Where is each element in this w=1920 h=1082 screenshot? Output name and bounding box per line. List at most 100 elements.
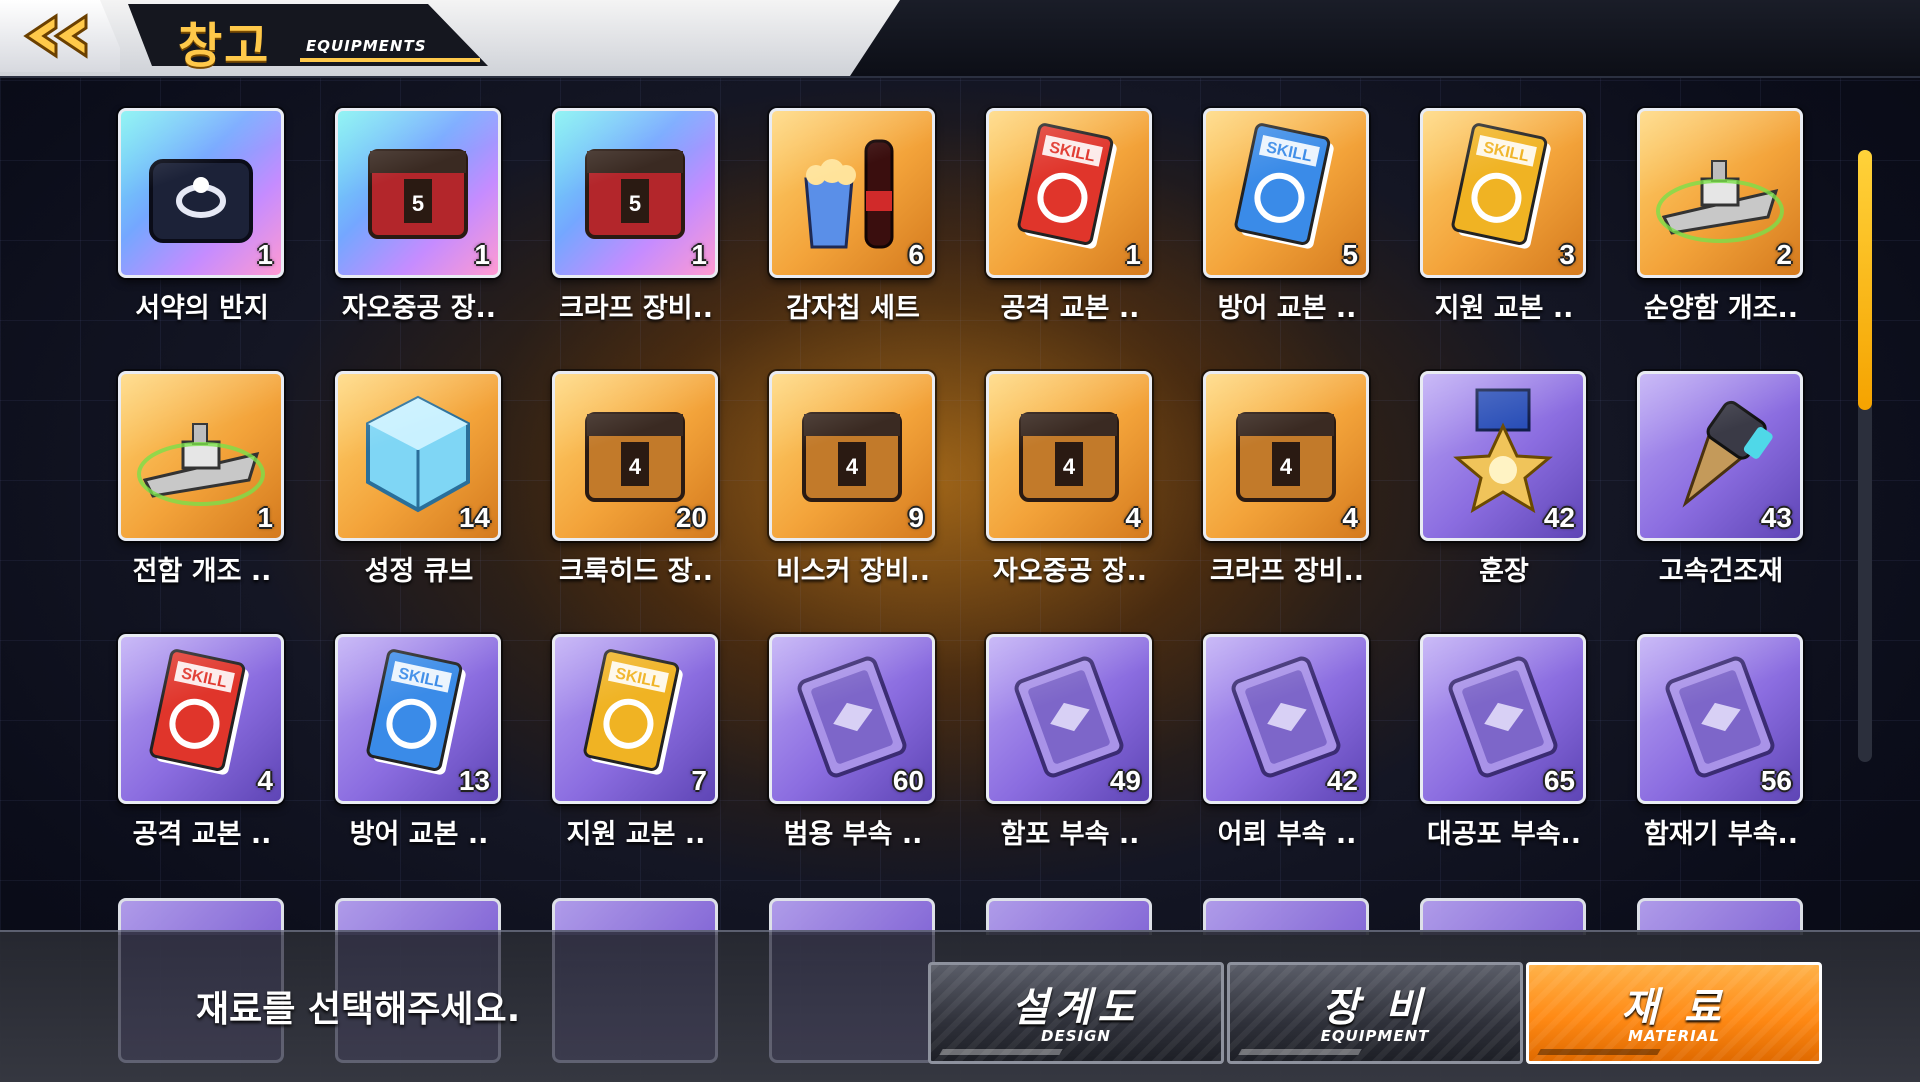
- item-tile[interactable]: 60 범용 부속 ..: [769, 634, 935, 850]
- item-tile[interactable]: 1 서약의 반지: [118, 108, 284, 324]
- item-name: 범용 부속 ..: [783, 819, 923, 850]
- item-tile[interactable]: SKILL 1 공격 교본 ..: [986, 108, 1152, 324]
- page-title: 창고: [178, 18, 271, 74]
- item-tile[interactable]: 56 함재기 부속..: [1637, 634, 1803, 850]
- double-chevron-left-icon: [23, 13, 88, 59]
- title-stripe: [300, 58, 480, 62]
- item-name: 함재기 부속..: [1643, 819, 1799, 850]
- back-button[interactable]: [0, 0, 120, 72]
- item-tile[interactable]: SKILL 4 공격 교본 ..: [118, 634, 284, 850]
- item-frame: 51: [552, 108, 718, 278]
- item-frame: 65: [1420, 634, 1586, 804]
- item-name: 고속건조재: [1658, 556, 1784, 587]
- item-name: 방어 교본 ..: [349, 819, 489, 850]
- tab-stripe: [1238, 1049, 1362, 1055]
- item-tile[interactable]: 1 전함 개조 ..: [118, 371, 284, 587]
- tech5-crate-icon: 5: [348, 121, 488, 261]
- item-count: 6: [908, 239, 924, 270]
- item-frame: 49: [986, 634, 1152, 804]
- item-frame: 14: [335, 371, 501, 541]
- item-frame: 44: [1203, 371, 1369, 541]
- item-tile[interactable]: 5 1 크라프 장비..: [552, 108, 718, 324]
- item-name: 전함 개조 ..: [132, 556, 272, 587]
- item-name: 서약의 반지: [135, 293, 269, 324]
- tab-stripe: [1537, 1049, 1661, 1055]
- item-name: 성정 큐브: [364, 556, 474, 587]
- item-tile[interactable]: SKILL 13 방어 교본 ..: [335, 634, 501, 850]
- item-frame: 1: [118, 108, 284, 278]
- item-count: 4: [1125, 502, 1141, 533]
- item-frame: 49: [769, 371, 935, 541]
- item-count: 13: [458, 765, 490, 796]
- item-frame: SKILL 4: [118, 634, 284, 804]
- item-tile[interactable]: 42 훈장: [1420, 371, 1586, 587]
- item-tile[interactable]: 4 20 크룩히드 장..: [552, 371, 718, 587]
- item-tile[interactable]: SKILL 3 지원 교본 ..: [1420, 108, 1586, 324]
- item-tile[interactable]: 6 감자칩 세트: [769, 108, 935, 324]
- svg-text:4: 4: [1280, 454, 1293, 479]
- svg-text:5: 5: [412, 191, 424, 216]
- item-name: 순양함 개조..: [1643, 293, 1799, 324]
- popcorn-cola-icon: [782, 121, 922, 261]
- item-count: 1: [1125, 239, 1141, 270]
- item-name: 크라프 장비..: [558, 293, 714, 324]
- tech4-crate-icon: 4: [782, 384, 922, 524]
- item-frame: 42: [1203, 634, 1369, 804]
- skill-book-yellow-icon: SKILL: [565, 647, 705, 787]
- item-frame: 56: [1637, 634, 1803, 804]
- item-count: 1: [257, 239, 273, 270]
- item-tile[interactable]: 43 고속건조재: [1637, 371, 1803, 587]
- tech4-crate-icon: 4: [999, 384, 1139, 524]
- item-count: 42: [1326, 765, 1358, 796]
- skill-book-yellow-icon: SKILL: [1433, 121, 1573, 261]
- item-frame: 60: [769, 634, 935, 804]
- item-count: 7: [691, 765, 707, 796]
- tech5-crate-icon: 5: [565, 121, 705, 261]
- item-name: 어뢰 부속 ..: [1217, 819, 1357, 850]
- tab-design[interactable]: 설계도 DESIGN: [928, 962, 1224, 1064]
- item-tile[interactable]: 65 대공포 부속..: [1420, 634, 1586, 850]
- ghost-tile: [552, 930, 718, 1063]
- item-frame: SKILL 13: [335, 634, 501, 804]
- item-frame: 42: [1420, 371, 1586, 541]
- item-count: 14: [458, 502, 490, 533]
- item-count: 9: [908, 502, 924, 533]
- item-tile[interactable]: 49 함포 부속 ..: [986, 634, 1152, 850]
- item-tile[interactable]: SKILL 7 지원 교본 ..: [552, 634, 718, 850]
- item-tile[interactable]: 2 순양함 개조..: [1637, 108, 1803, 324]
- item-tile[interactable]: 42 어뢰 부속 ..: [1203, 634, 1369, 850]
- skill-book-red-icon: SKILL: [131, 647, 271, 787]
- scrollbar-thumb[interactable]: [1858, 150, 1872, 410]
- tab-stripe: [939, 1049, 1063, 1055]
- item-name: 대공포 부속..: [1426, 819, 1582, 850]
- item-tile[interactable]: 4 4 자오중공 장..: [986, 371, 1152, 587]
- item-frame: SKILL 7: [552, 634, 718, 804]
- item-tile[interactable]: 5 1 자오중공 장..: [335, 108, 501, 324]
- tab-equipment-label: 장 비: [1322, 985, 1428, 1031]
- background-grid: [0, 0, 1920, 1080]
- item-tile[interactable]: SKILL 5 방어 교본 ..: [1203, 108, 1369, 324]
- tab-design-sublabel: DESIGN: [1041, 1027, 1111, 1045]
- svg-text:4: 4: [846, 454, 859, 479]
- item-count: 20: [675, 502, 707, 533]
- page-subtitle: EQUIPMENTS: [306, 37, 427, 55]
- item-name: 공격 교본 ..: [132, 819, 272, 850]
- skill-book-blue-icon: SKILL: [1216, 121, 1356, 261]
- item-count: 4: [1342, 502, 1358, 533]
- item-name: 감자칩 세트: [786, 293, 920, 324]
- item-frame: SKILL 5: [1203, 108, 1369, 278]
- item-frame: 6: [769, 108, 935, 278]
- selection-prompt: 재료를 선택해주세요.: [196, 989, 521, 1030]
- item-count: 49: [1109, 765, 1141, 796]
- item-name: 자오중공 장..: [992, 556, 1148, 587]
- item-tile[interactable]: 4 4 크라프 장비..: [1203, 371, 1369, 587]
- item-tile[interactable]: 14 성정 큐브: [335, 371, 501, 587]
- svg-text:4: 4: [629, 454, 642, 479]
- tab-equipment[interactable]: 장 비 EQUIPMENT: [1227, 962, 1523, 1064]
- item-count: 60: [892, 765, 924, 796]
- item-name: 훈장: [1479, 556, 1529, 587]
- tab-material-label: 재 료: [1621, 985, 1727, 1031]
- item-frame: 44: [986, 371, 1152, 541]
- tab-material[interactable]: 재 료 MATERIAL: [1526, 962, 1822, 1064]
- item-tile[interactable]: 4 9 비스커 장비..: [769, 371, 935, 587]
